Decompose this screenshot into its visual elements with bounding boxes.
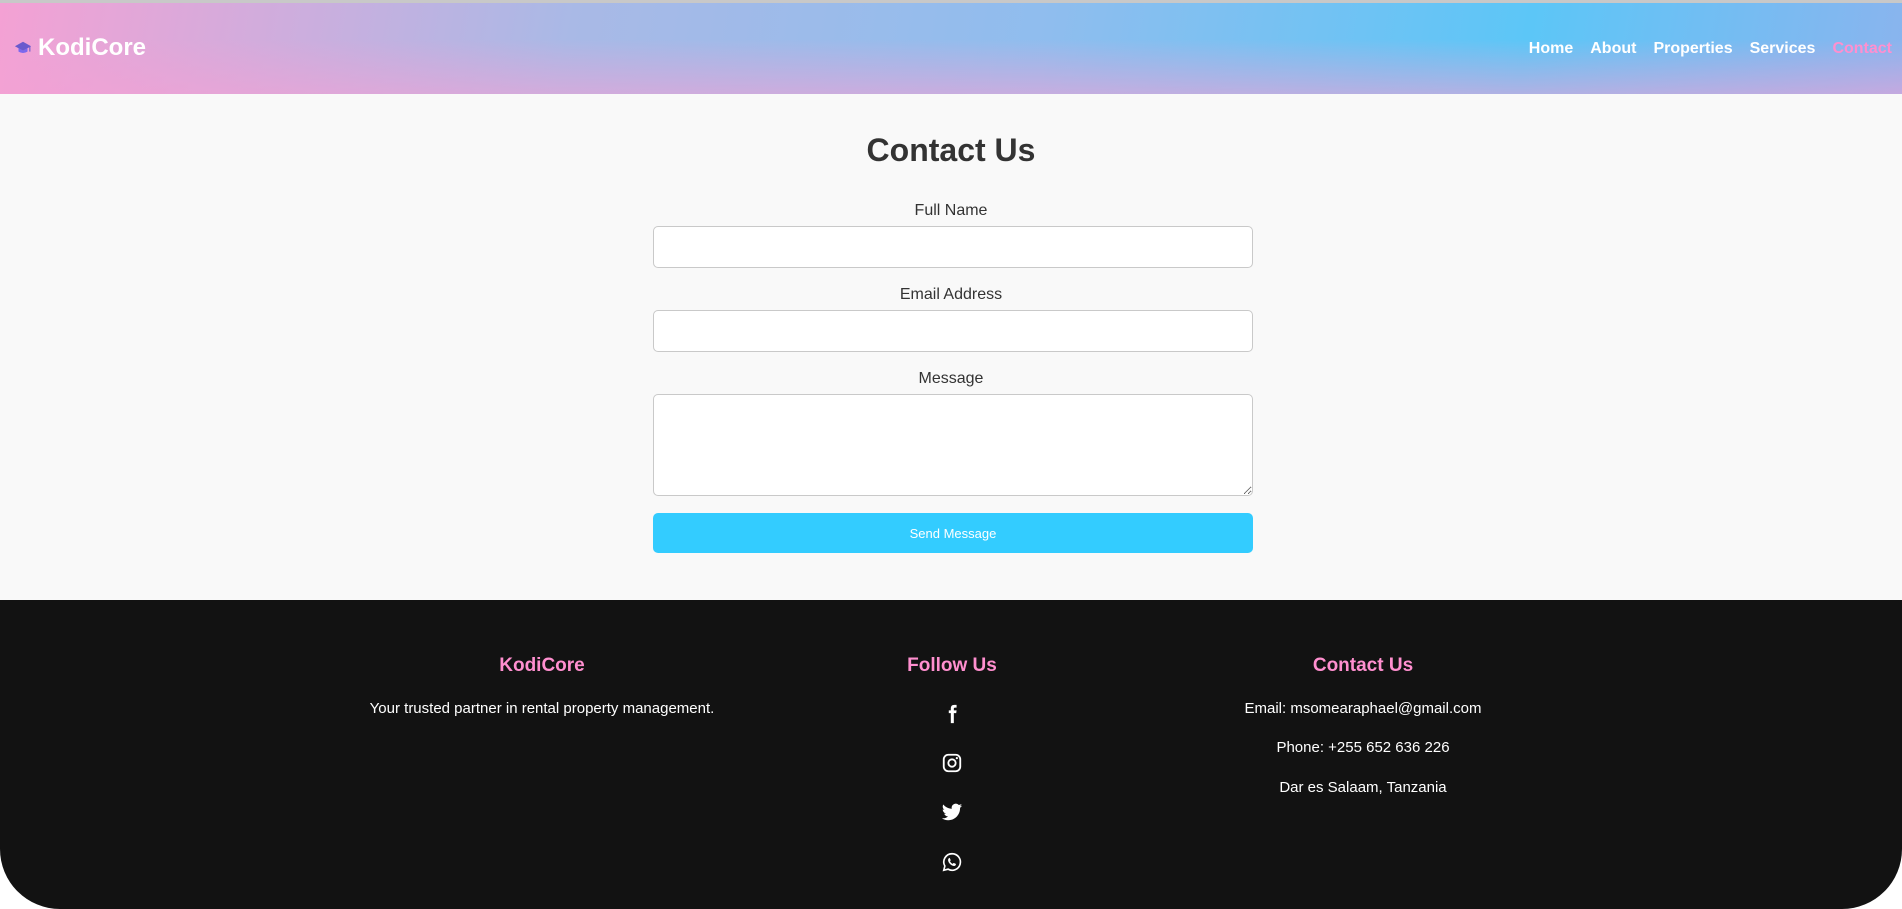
contact-section: Contact Us Full Name Email Address Messa…: [0, 94, 1902, 600]
footer-email: Email: msomearaphael@gmail.com: [1244, 700, 1482, 717]
nav-home[interactable]: Home: [1529, 40, 1573, 58]
page: KodiCore Home About Properties Services …: [0, 0, 1902, 909]
nav-services[interactable]: Services: [1750, 40, 1816, 58]
message-label: Message: [918, 370, 984, 387]
brand-name: KodiCore: [38, 34, 146, 61]
email-input[interactable]: [653, 310, 1253, 352]
footer-phone: Phone: +255 652 636 226: [1276, 739, 1450, 756]
brand-logo[interactable]: KodiCore: [14, 34, 146, 62]
nav-about[interactable]: About: [1590, 40, 1636, 58]
full-name-input[interactable]: [653, 226, 1253, 268]
nav-properties[interactable]: Properties: [1653, 40, 1732, 58]
instagram-icon[interactable]: [938, 749, 966, 777]
graduation-cap-icon: [14, 39, 32, 57]
page-title: Contact Us: [866, 132, 1036, 168]
footer-contact-heading: Contact Us: [1312, 655, 1414, 676]
site-header: KodiCore Home About Properties Services …: [0, 0, 1902, 94]
nav-contact[interactable]: Contact: [1832, 40, 1892, 58]
email-label: Email Address: [899, 286, 1003, 303]
footer-tagline: Your trusted partner in rental property …: [369, 700, 715, 717]
whatsapp-icon[interactable]: [938, 848, 966, 876]
twitter-icon[interactable]: [938, 798, 966, 826]
full-name-label: Full Name: [914, 202, 988, 219]
main-nav: Home About Properties Services Contact: [1529, 40, 1892, 58]
message-textarea[interactable]: [653, 394, 1253, 496]
site-footer: KodiCore Your trusted partner in rental …: [0, 600, 1902, 909]
facebook-icon[interactable]: [938, 700, 966, 728]
footer-location: Dar es Salaam, Tanzania: [1279, 779, 1447, 796]
send-message-button[interactable]: Send Message: [653, 513, 1253, 553]
